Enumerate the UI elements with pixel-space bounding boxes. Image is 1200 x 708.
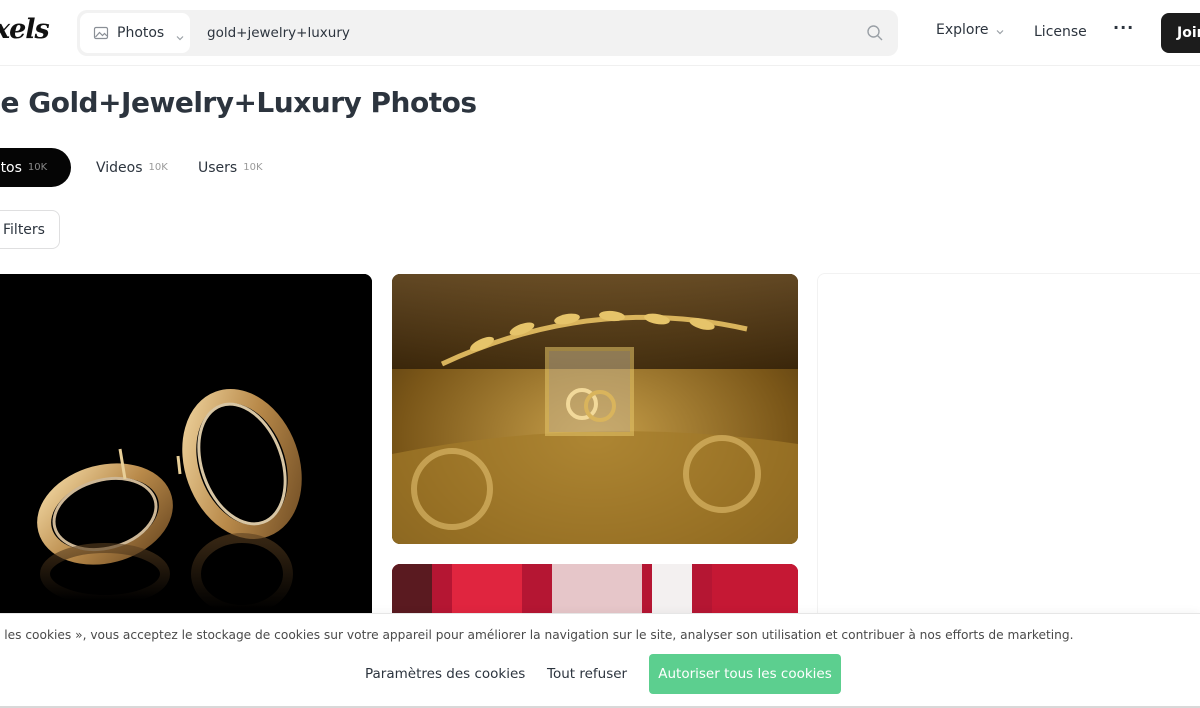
nav-license[interactable]: License	[1034, 24, 1087, 40]
cookie-banner: s les cookies », vous acceptez le stocka…	[0, 613, 1200, 708]
nav-explore[interactable]: Explore	[936, 22, 1005, 38]
tab-videos-label: Videos	[96, 159, 143, 176]
page-title: ee Gold+Jewelry+Luxury Photos	[0, 86, 477, 119]
cookie-text: s les cookies », vous acceptez le stocka…	[0, 628, 1074, 642]
filters-button[interactable]: Filters	[0, 210, 60, 249]
earrings-image	[0, 274, 372, 634]
chevron-down-icon	[175, 28, 185, 41]
tab-videos-count: 10K	[148, 162, 168, 173]
rings-box-image	[392, 274, 798, 544]
photo-gold-rings-box[interactable]	[392, 274, 798, 544]
cookie-refuse-button[interactable]: Tout refuser	[547, 666, 627, 682]
cookie-settings-button[interactable]: Paramètres des cookies	[365, 666, 525, 682]
tab-photos-label: otos	[0, 159, 22, 176]
search-type-label: Photos	[117, 25, 165, 41]
search-icon[interactable]	[866, 24, 884, 42]
search-input[interactable]	[207, 10, 847, 56]
top-header: xels Photos Explore License ··· Join	[0, 0, 1200, 66]
tab-videos[interactable]: Videos 10K	[96, 148, 168, 187]
tab-users[interactable]: Users 10K	[198, 148, 263, 187]
search-bar: Photos	[77, 10, 898, 56]
photo-placeholder[interactable]	[817, 273, 1200, 633]
photo-gold-earrings[interactable]	[0, 274, 372, 634]
search-type-dropdown[interactable]: Photos	[80, 13, 190, 53]
tab-photos[interactable]: otos 10K	[0, 148, 71, 187]
tab-users-label: Users	[198, 159, 238, 176]
tab-users-count: 10K	[243, 162, 263, 173]
cookie-accept-button[interactable]: Autoriser tous les cookies	[649, 654, 841, 694]
image-icon	[93, 25, 109, 41]
nav-explore-label: Explore	[936, 22, 989, 38]
join-button[interactable]: Join	[1161, 13, 1200, 53]
more-menu-icon[interactable]: ···	[1113, 18, 1134, 37]
chevron-down-icon	[995, 25, 1005, 35]
tab-photos-count: 10K	[27, 162, 48, 173]
logo[interactable]: xels	[0, 14, 50, 45]
